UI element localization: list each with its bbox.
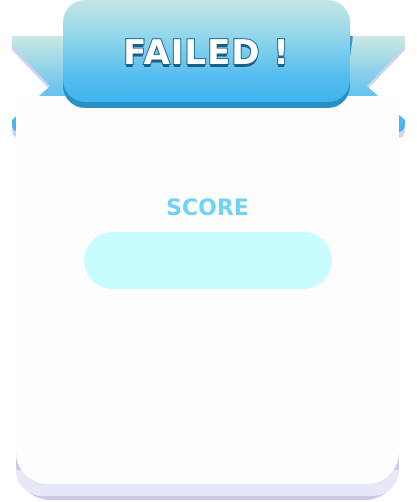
score-label: SCORE	[166, 196, 249, 221]
score-box	[84, 232, 332, 289]
dialog-title: FAILED !	[122, 33, 290, 73]
dialog-card	[16, 96, 399, 484]
failed-dialog: FAILED ! SCORE	[0, 0, 417, 502]
